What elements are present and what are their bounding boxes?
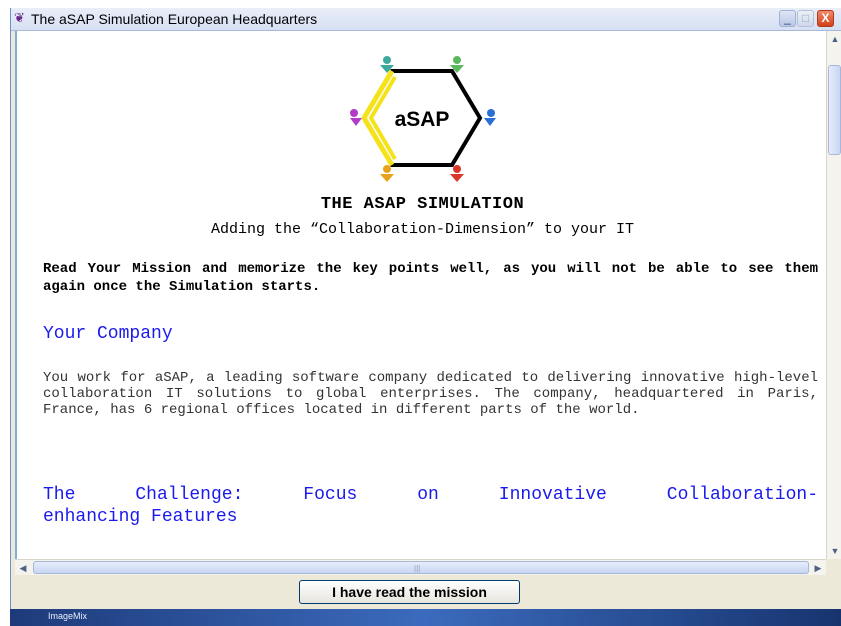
window-title: The aSAP Simulation European Headquarter… [31,11,318,27]
taskbar-label: ImageMix [48,611,88,621]
vertical-scroll-thumb[interactable] [828,65,841,155]
person-icon-left [350,109,362,126]
section-heading-challenge-cont: enhancing Features [43,507,238,527]
section-heading-challenge: The Challenge: Focus on Innovative Colla… [43,485,818,505]
simulation-title: THE ASAP SIMULATION [320,195,525,214]
button-bar: I have read the mission [15,575,841,609]
section-body-company: You work for aSAP, a leading software co… [43,370,818,418]
simulation-subtitle: Adding the “Collaboration-Dimension” to … [210,221,635,238]
scroll-down-icon[interactable]: ▼ [827,543,841,559]
horizontal-scrollbar[interactable]: ◀ ||| ▶ [15,559,826,576]
scroll-left-icon[interactable]: ◀ [15,560,31,576]
person-icon-right [484,109,496,126]
read-mission-button[interactable]: I have read the mission [299,580,520,604]
grip-icon: ||| [414,564,421,573]
maximize-button[interactable]: □ [797,10,814,27]
mission-content: aSAP THE ASAP SIMULATION Adding the “Col… [15,31,828,559]
asap-logo: aSAP [350,56,496,182]
person-icon-bottom-right [450,165,464,182]
vertical-scrollbar[interactable]: ▲ ▼ [826,31,841,559]
taskbar: ImageMix [10,609,841,626]
title-bar[interactable]: ❦ The aSAP Simulation European Headquart… [11,8,841,31]
horizontal-scroll-thumb[interactable]: ||| [33,561,809,574]
person-icon-bottom-left [380,165,394,182]
minimize-button[interactable]: _ [779,10,796,27]
app-icon: ❦ [14,10,25,25]
close-button[interactable]: X [817,10,834,27]
mission-intro: Read Your Mission and memorize the key p… [43,261,818,295]
scroll-right-icon[interactable]: ▶ [810,560,826,576]
section-heading-company: Your Company [43,324,173,344]
scroll-up-icon[interactable]: ▲ [827,31,841,47]
app-window: ❦ The aSAP Simulation European Headquart… [10,8,841,626]
logo-text: aSAP [395,108,450,131]
